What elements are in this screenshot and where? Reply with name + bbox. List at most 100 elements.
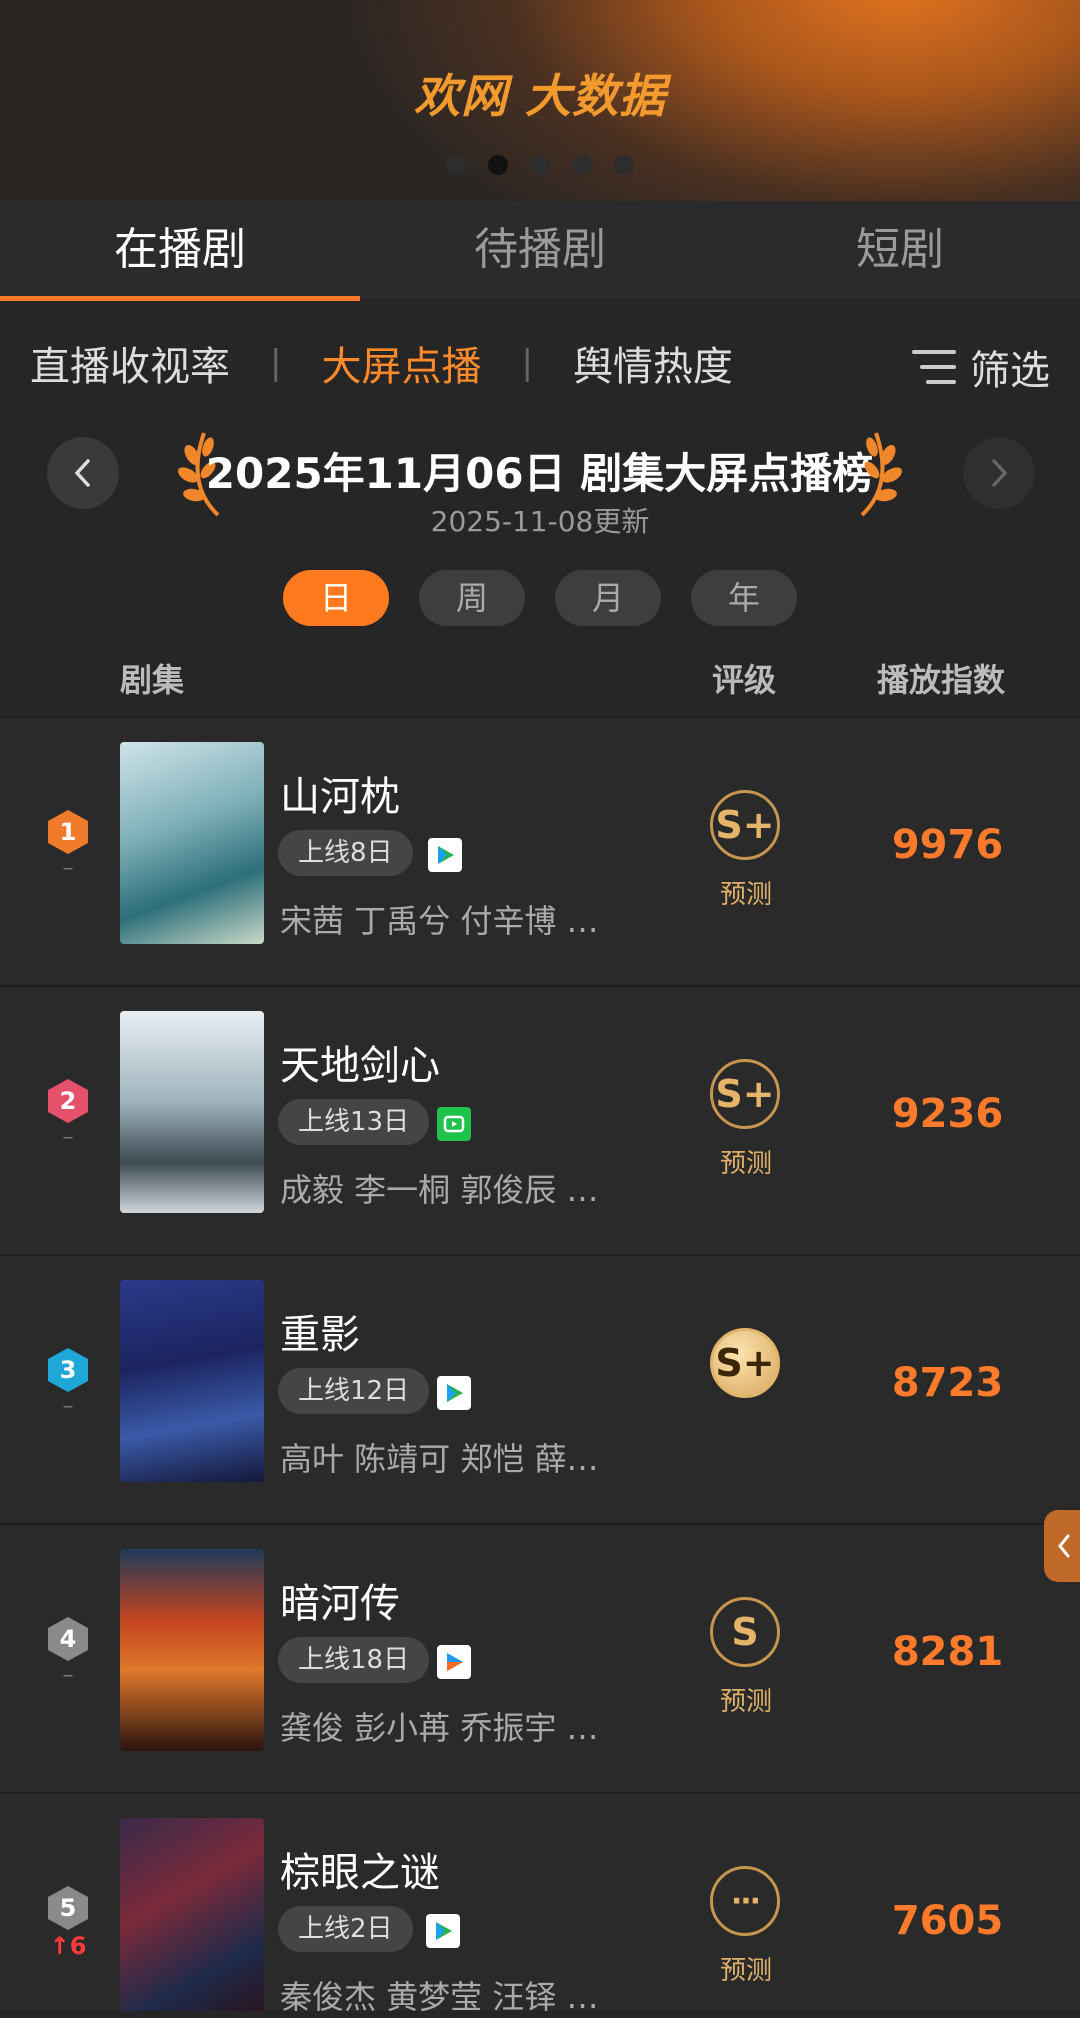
carousel-indicator <box>0 155 1080 175</box>
rank-number: 1 <box>48 810 88 854</box>
chevron-right-icon <box>992 459 1008 487</box>
rank-change: – <box>62 1394 74 1419</box>
poster-image[interactable] <box>120 1818 264 2011</box>
banner-logo: 欢网 大数据 <box>413 69 666 123</box>
grade-value: S+ <box>715 1341 775 1385</box>
rank-change: – <box>62 856 74 881</box>
grade-label: 预测 <box>719 1956 772 1986</box>
series-title[interactable]: 暗河传 <box>280 1571 400 1629</box>
period-selector: 日 周 月 年 <box>0 570 1080 626</box>
rank-badge: 3 – <box>48 1348 88 1419</box>
days-online-badge: 上线8日 <box>278 830 413 876</box>
divider: | <box>521 343 533 383</box>
series-title[interactable]: 山河枕 <box>280 764 400 822</box>
series-title[interactable]: 棕眼之谜 <box>280 1840 440 1898</box>
sub-tabs: 直播收视率 | 大屏点播 | 舆情热度 <box>30 330 1050 396</box>
tab-short-drama[interactable]: 短剧 <box>720 201 1080 299</box>
cast-list: 龚俊 彭小苒 乔振宇 … <box>280 1709 599 1747</box>
iqiyi-icon <box>437 1107 471 1141</box>
grade-badge: S <box>710 1597 780 1667</box>
tencent-video-icon <box>426 1914 460 1948</box>
play-index: 8281 <box>891 1629 1004 1675</box>
grade-badge: ··· <box>710 1866 780 1936</box>
period-year[interactable]: 年 <box>691 570 797 626</box>
grade-badge: S+ <box>710 1328 780 1398</box>
banner[interactable]: 欢网 大数据 <box>0 0 1080 201</box>
updated-date: 2025-11-08更新 <box>430 505 650 538</box>
table-header: 剧集 评级 播放指数 <box>0 655 1080 715</box>
rank-number: 3 <box>48 1348 88 1392</box>
table-row[interactable]: 2 – 天地剑心 上线13日 成毅 李一桐 郭俊辰 … S+ 预测 9236 <box>0 985 1080 1255</box>
tencent-video-icon <box>437 1376 471 1410</box>
carousel-dot[interactable] <box>446 155 466 175</box>
filter-button[interactable]: 筛选 <box>912 338 1050 396</box>
carousel-dot[interactable] <box>614 155 634 175</box>
side-drawer-toggle[interactable] <box>1044 1510 1080 1582</box>
table-row[interactable]: 5 ↑6 棕眼之谜 上线2日 秦俊杰 黄梦莹 汪铎 … ··· 预测 7605 <box>0 1792 1080 2016</box>
carousel-dot[interactable] <box>530 155 550 175</box>
play-index: 8723 <box>891 1360 1004 1406</box>
subtab-live-ratings[interactable]: 直播收视率 <box>30 334 230 392</box>
cast-list: 宋茜 丁禹兮 付辛博 … <box>280 902 599 940</box>
grade-value: S+ <box>715 803 775 847</box>
rank-change: ↑6 <box>49 1932 87 1960</box>
filter-label: 筛选 <box>970 348 1050 394</box>
rank-number: 4 <box>48 1617 88 1661</box>
cast-list: 成毅 李一桐 郭俊辰 … <box>280 1171 599 1209</box>
days-online-badge: 上线12日 <box>278 1368 430 1414</box>
main-tabs: 在播剧 待播剧 短剧 <box>0 201 1080 301</box>
series-title[interactable]: 天地剑心 <box>280 1033 440 1091</box>
period-month[interactable]: 月 <box>555 570 661 626</box>
filter-icon <box>912 350 956 384</box>
grade-label: 预测 <box>719 1149 772 1179</box>
cast-list: 高叶 陈靖可 郑恺 薛… <box>280 1440 599 1478</box>
carousel-dot-active[interactable] <box>488 155 508 175</box>
tab-airing[interactable]: 在播剧 <box>0 201 360 301</box>
days-online-badge: 上线2日 <box>278 1906 413 1952</box>
cast-list: 秦俊杰 黄梦莹 汪铎 … <box>280 1978 599 2016</box>
divider: | <box>270 343 282 383</box>
poster-image[interactable] <box>120 1011 264 1213</box>
rank-number: 2 <box>48 1079 88 1123</box>
carousel-dot[interactable] <box>572 155 592 175</box>
days-online-badge: 上线18日 <box>278 1637 430 1683</box>
table-row[interactable]: 3 – 重影 上线12日 高叶 陈靖可 郑恺 薛… S+ 8723 <box>0 1254 1080 1524</box>
chevron-left-icon <box>1058 1534 1070 1558</box>
play-index: 9236 <box>891 1091 1004 1137</box>
grade-value: S <box>731 1610 759 1654</box>
ranking-title: 2025年11月06日 剧集大屏点播榜 <box>205 449 875 498</box>
rank-change: – <box>62 1663 74 1688</box>
poster-image[interactable] <box>120 742 264 944</box>
period-week[interactable]: 周 <box>419 570 525 626</box>
grade-label: 预测 <box>719 880 772 910</box>
grade-value: S+ <box>715 1072 775 1116</box>
poster-image[interactable] <box>120 1549 264 1751</box>
header-index: 播放指数 <box>877 661 1006 699</box>
header-grade: 评级 <box>712 661 777 699</box>
subtab-vod[interactable]: 大屏点播 <box>321 334 481 392</box>
period-day[interactable]: 日 <box>283 570 389 626</box>
rank-badge: 1 – <box>48 810 88 881</box>
grade-label: 预测 <box>719 1687 772 1717</box>
play-index: 7605 <box>891 1898 1004 1944</box>
rank-change: – <box>62 1125 74 1150</box>
rank-badge: 5 ↑6 <box>48 1886 88 1960</box>
next-date-button[interactable] <box>963 437 1035 509</box>
grade-badge: S+ <box>710 1059 780 1129</box>
tab-upcoming[interactable]: 待播剧 <box>360 201 720 299</box>
rank-badge: 4 – <box>48 1617 88 1688</box>
series-title[interactable]: 重影 <box>280 1302 360 1360</box>
grade-value: ··· <box>730 1883 761 1919</box>
play-index: 9976 <box>891 822 1004 868</box>
table-row[interactable]: 1 – 山河枕 上线8日 宋茜 丁禹兮 付辛博 … S+ 预测 9976 <box>0 716 1080 986</box>
subtab-buzz[interactable]: 舆情热度 <box>573 334 733 392</box>
youku-icon <box>437 1645 471 1679</box>
table-row[interactable]: 4 – 暗河传 上线18日 龚俊 彭小苒 乔振宇 … S 预测 8281 <box>0 1523 1080 1793</box>
rank-number: 5 <box>48 1886 88 1930</box>
days-online-badge: 上线13日 <box>278 1099 430 1145</box>
tencent-video-icon <box>428 838 462 872</box>
header-series: 剧集 <box>120 661 185 699</box>
rank-badge: 2 – <box>48 1079 88 1150</box>
poster-image[interactable] <box>120 1280 264 1482</box>
grade-badge: S+ <box>710 790 780 860</box>
